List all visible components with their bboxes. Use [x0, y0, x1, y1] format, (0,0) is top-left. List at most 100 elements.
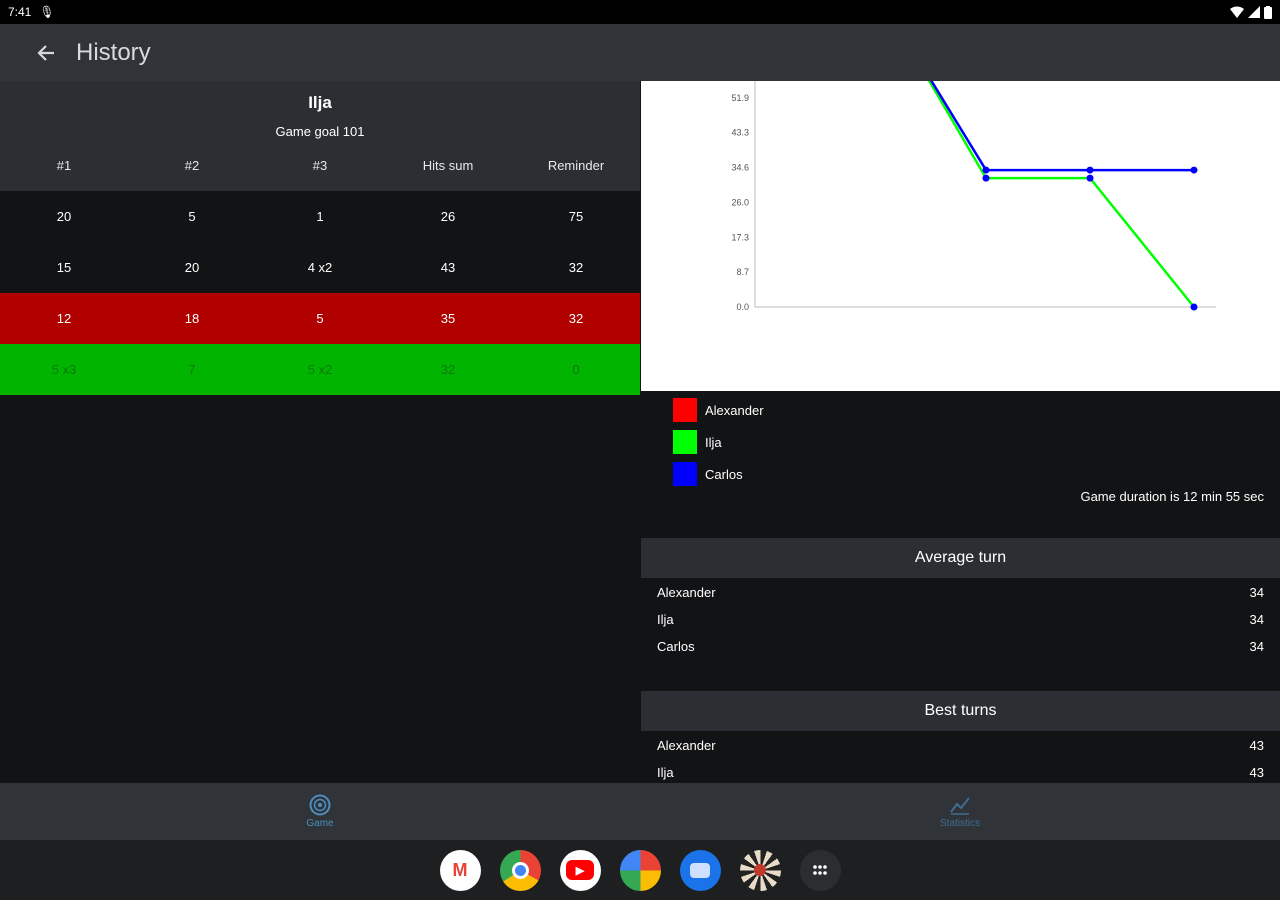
data-point — [982, 166, 990, 174]
column-header: Reminder — [547, 158, 605, 173]
legend-item: Ilja — [673, 426, 764, 458]
chart-area: 0.0 8.7 17.3 26.0 34.6 43.3 51.9 — [641, 81, 1280, 391]
score-cell: 75 — [568, 209, 584, 224]
data-point — [1190, 303, 1198, 311]
stat-value: 34 — [1249, 612, 1264, 627]
legend-swatch — [673, 430, 697, 454]
column-header: Hits sum — [422, 158, 474, 173]
stat-player: Alexander — [657, 585, 716, 600]
apps-grid-icon — [813, 865, 827, 875]
darts-app-icon[interactable] — [739, 849, 781, 891]
youtube-icon[interactable]: ▶ — [559, 849, 601, 891]
table-row: 15 20 4 x2 43 32 — [0, 242, 640, 293]
microphone-icon: 🎙 — [39, 5, 55, 19]
data-point — [1086, 174, 1094, 182]
game-duration: Game duration is 12 min 55 sec — [1080, 489, 1264, 504]
remaining-score-chart: 0.0 8.7 17.3 26.0 34.6 43.3 51.9 — [731, 81, 1216, 312]
stat-player: Alexander — [657, 738, 716, 753]
score-cell: 1 — [316, 209, 324, 224]
chrome-icon[interactable] — [499, 849, 541, 891]
apps-icon[interactable] — [799, 849, 841, 891]
chart-legend: Alexander Ilja Carlos — [673, 394, 764, 490]
table-row: 20 5 1 26 75 — [0, 191, 640, 242]
photos-icon[interactable] — [619, 849, 661, 891]
gmail-icon[interactable]: M — [439, 849, 481, 891]
table-row-win: 5 x3 7 5 x2 32 0 — [0, 344, 640, 395]
scoreboard-header: Ilja Game goal 101 #1 #2 #3 Hits sum Rem… — [0, 81, 640, 191]
y-tick-label: 34.6 — [731, 163, 749, 173]
stat-value: 43 — [1249, 765, 1264, 780]
stat-row: Alexander 43 — [657, 738, 1264, 753]
nav-statistics-label: Statistics — [939, 818, 980, 829]
score-cell: 12 — [56, 311, 72, 326]
column-headers: #1 #2 #3 Hits sum Reminder — [0, 158, 640, 173]
statistics-pane: 0.0 8.7 17.3 26.0 34.6 43.3 51.9 Alexander Ilj… — [640, 81, 1280, 783]
dartboard-icon — [309, 794, 331, 816]
score-cell: 35 — [440, 311, 456, 326]
back-button[interactable] — [30, 37, 62, 69]
bottom-navigation: Game Statistics — [0, 783, 1280, 840]
y-tick-label: 43.3 — [731, 128, 749, 138]
y-tick-label: 26.0 — [731, 197, 749, 207]
score-cell: 7 — [188, 362, 196, 377]
y-tick-label: 51.9 — [731, 93, 749, 103]
score-cell: 32 — [568, 260, 584, 275]
status-bar: 7:41 🎙 — [0, 0, 1280, 24]
score-cell: 26 — [440, 209, 456, 224]
signal-icon — [1248, 6, 1260, 18]
legend-swatch — [673, 398, 697, 422]
legend-item: Alexander — [673, 394, 764, 426]
legend-swatch — [673, 462, 697, 486]
scoreboard-pane: Ilja Game goal 101 #1 #2 #3 Hits sum Rem… — [0, 81, 640, 783]
score-cell: 32 — [440, 362, 456, 377]
player-name: Ilja — [308, 93, 332, 112]
legend-label: Carlos — [705, 466, 743, 482]
series-line — [927, 81, 1195, 308]
data-point — [1086, 166, 1094, 174]
stat-row: Carlos 34 — [657, 639, 1264, 654]
score-cell: 4 x2 — [307, 260, 333, 275]
average-turn-header: Average turn — [641, 538, 1280, 578]
app-dock: M ▶ — [0, 840, 1280, 900]
data-point — [1190, 166, 1198, 174]
wifi-icon — [1230, 6, 1244, 18]
stat-player: Carlos — [657, 639, 695, 654]
messages-icon[interactable] — [679, 849, 721, 891]
nav-game[interactable]: Game — [0, 783, 640, 840]
stat-row: Ilja 34 — [657, 612, 1264, 627]
score-cell: 18 — [184, 311, 200, 326]
stat-player: Ilja — [657, 765, 674, 780]
battery-icon — [1264, 5, 1272, 19]
app-bar: History — [0, 24, 1280, 81]
column-header: #1 — [56, 158, 72, 173]
stat-value: 43 — [1249, 738, 1264, 753]
legend-label: Ilja — [705, 434, 722, 450]
stat-row: Alexander 34 — [657, 585, 1264, 600]
series-line — [930, 81, 1194, 172]
score-cell: 5 — [188, 209, 196, 224]
score-cell: 32 — [568, 311, 584, 326]
best-turns-header: Best turns — [641, 691, 1280, 731]
score-rows: 20 5 1 26 75 15 20 4 x2 43 32 12 18 5 35… — [0, 191, 640, 395]
score-cell: 5 — [316, 311, 324, 326]
column-header: #3 — [312, 158, 328, 173]
score-cell: 20 — [184, 260, 200, 275]
y-tick-label: 17.3 — [731, 232, 749, 242]
data-point — [982, 174, 990, 182]
score-cell: 5 x2 — [307, 362, 333, 377]
stat-player: Ilja — [657, 612, 674, 627]
score-cell: 15 — [56, 260, 72, 275]
score-cell: 43 — [440, 260, 456, 275]
score-cell: 0 — [572, 362, 580, 377]
nav-statistics[interactable]: Statistics — [640, 783, 1280, 840]
score-cell: 20 — [56, 209, 72, 224]
stat-value: 34 — [1249, 639, 1264, 654]
stat-row: Ilja 43 — [657, 765, 1264, 780]
y-tick-label: 0.0 — [736, 302, 749, 312]
legend-item: Carlos — [673, 458, 764, 490]
column-header: #2 — [184, 158, 200, 173]
series-carlos — [930, 81, 1198, 174]
legend-label: Alexander — [705, 402, 764, 418]
page-title: History — [76, 38, 151, 66]
y-tick-label: 8.7 — [736, 267, 749, 277]
